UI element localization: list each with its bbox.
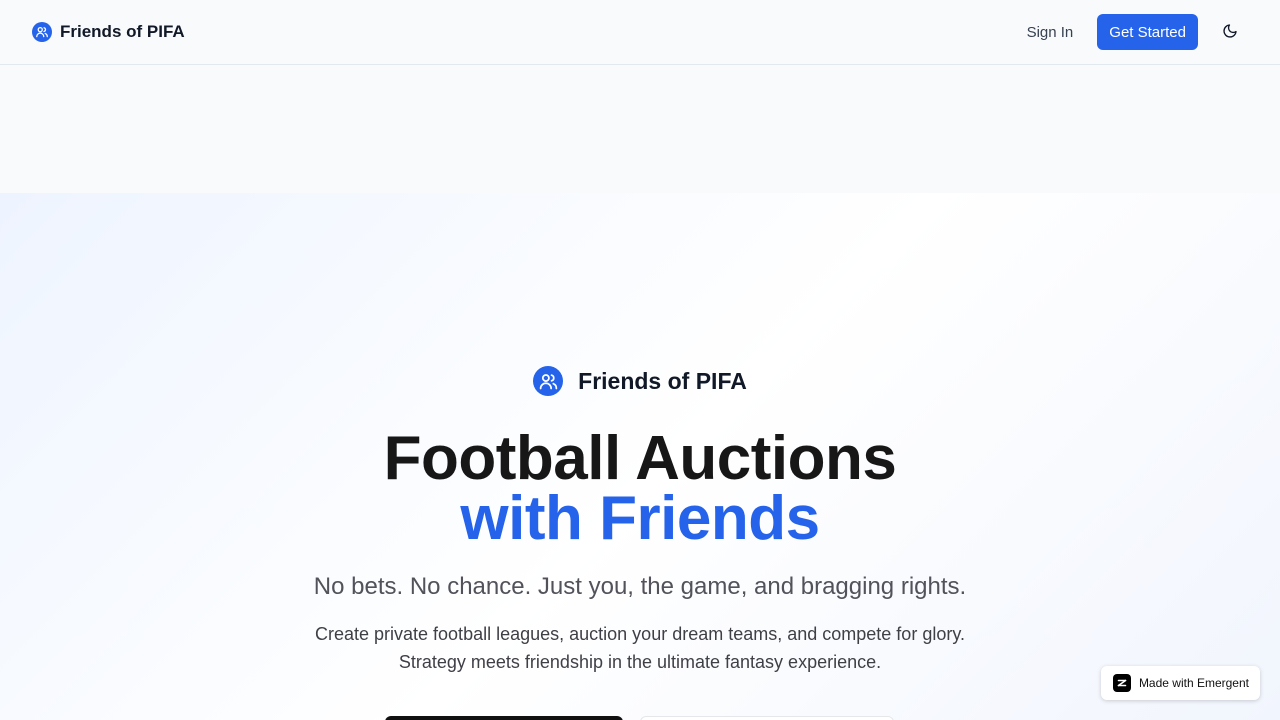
primary-cta-button[interactable] bbox=[385, 716, 623, 720]
made-with-emergent-badge[interactable]: Made with Emergent bbox=[1100, 666, 1260, 700]
secondary-cta-button[interactable] bbox=[640, 716, 894, 720]
brand-link[interactable]: Friends of PIFA bbox=[32, 22, 185, 42]
users-icon bbox=[32, 22, 52, 42]
hero-description: Create private football leagues, auction… bbox=[314, 624, 965, 672]
theme-toggle-button[interactable] bbox=[1212, 14, 1248, 50]
hero-brand: Friends of PIFA bbox=[0, 366, 1280, 396]
hero-tagline: No bets. No chance. Just you, the game, … bbox=[313, 573, 967, 600]
brand-name: Friends of PIFA bbox=[60, 22, 185, 41]
hero-headline-line1: Football Auctions bbox=[383, 424, 897, 493]
emergent-logo-icon bbox=[1112, 674, 1131, 692]
nav-actions: Sign In Get Started bbox=[1015, 14, 1248, 50]
top-navbar: Friends of PIFA Sign In Get Started bbox=[0, 0, 1280, 65]
get-started-button[interactable]: Get Started bbox=[1097, 14, 1198, 50]
hero-section: Friends of PIFA Football Auctions with F… bbox=[0, 193, 1280, 720]
badge-label: Made with Emergent bbox=[1138, 676, 1249, 690]
users-icon bbox=[533, 366, 564, 396]
hero-brand-name: Friends of PIFA bbox=[578, 367, 747, 394]
sign-in-button[interactable]: Sign In bbox=[1015, 16, 1086, 49]
hero-headline-line2: with Friends bbox=[460, 484, 820, 553]
moon-icon bbox=[1222, 23, 1238, 42]
